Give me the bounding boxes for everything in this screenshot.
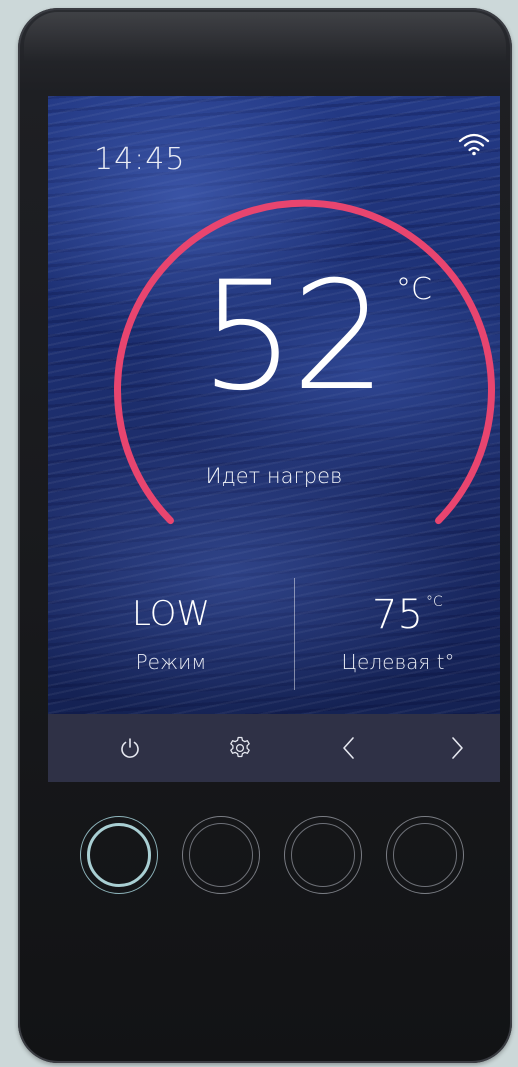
- hardware-button-4[interactable]: [386, 816, 464, 894]
- hardware-button-3-ring: [291, 823, 355, 887]
- next-button[interactable]: [436, 728, 476, 768]
- mode-value[interactable]: LOW: [48, 594, 294, 634]
- power-icon: [121, 738, 139, 758]
- current-temperature: 52: [200, 250, 387, 424]
- target-temperature[interactable]: 75: [372, 592, 423, 638]
- hardware-button-2[interactable]: [182, 816, 260, 894]
- hardware-button-3[interactable]: [284, 816, 362, 894]
- target-temperature-unit: °C: [426, 594, 443, 610]
- chevron-left-icon: [343, 737, 354, 759]
- device-body: 14:45 52 °C Идет нагрев LOW Режим 75 °C …: [18, 8, 512, 1063]
- hardware-button-2-ring: [189, 823, 253, 887]
- target-temperature-label: Целевая t°: [341, 650, 455, 674]
- info-divider: [294, 578, 295, 690]
- chevron-right-icon: [452, 737, 463, 759]
- hardware-button-1[interactable]: [80, 816, 158, 894]
- bottom-toolbar: [48, 714, 500, 782]
- temperature-gauge-arc: [114, 199, 495, 525]
- gear-icon: [230, 736, 250, 758]
- touch-screen: 14:45 52 °C Идет нагрев LOW Режим 75 °C …: [48, 96, 500, 782]
- heating-status: Идет нагрев: [205, 464, 343, 488]
- mode-label: Режим: [135, 650, 207, 674]
- hardware-button-1-ring: [87, 823, 151, 887]
- previous-button[interactable]: [330, 728, 370, 768]
- temperature-unit: °C: [396, 272, 432, 307]
- settings-button[interactable]: [220, 728, 260, 768]
- hardware-button-4-ring: [393, 823, 457, 887]
- power-button[interactable]: [110, 728, 150, 768]
